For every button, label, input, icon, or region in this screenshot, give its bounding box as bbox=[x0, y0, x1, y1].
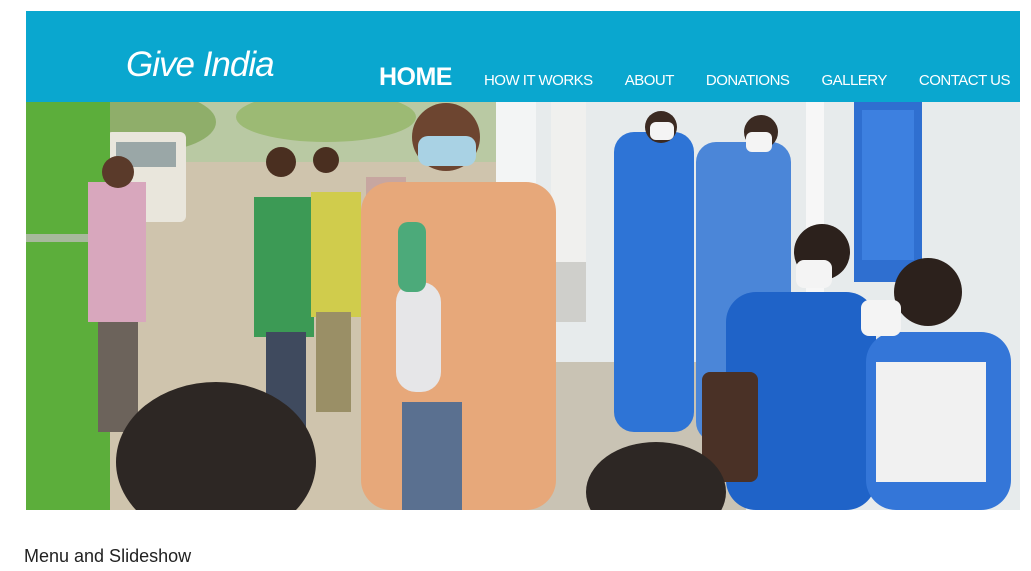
page-caption: Menu and Slideshow bbox=[24, 546, 192, 566]
site-header: Give India HOME HOW IT WORKS ABOUT DONAT… bbox=[26, 11, 1020, 102]
slideshow-image bbox=[26, 102, 1020, 510]
nav-home[interactable]: HOME bbox=[379, 63, 453, 92]
nav-donations[interactable]: DONATIONS bbox=[706, 72, 790, 89]
nav-how-it-works[interactable]: HOW IT WORKS bbox=[484, 72, 593, 89]
slideshow[interactable] bbox=[26, 102, 1020, 510]
main-nav: HOME HOW IT WORKS ABOUT DONATIONS GALLER… bbox=[379, 63, 1011, 92]
nav-contact-us[interactable]: CONTACT US bbox=[919, 72, 1011, 89]
site-logo[interactable]: Give India bbox=[126, 45, 275, 85]
nav-about[interactable]: ABOUT bbox=[625, 72, 675, 89]
nav-gallery[interactable]: GALLERY bbox=[821, 72, 887, 89]
